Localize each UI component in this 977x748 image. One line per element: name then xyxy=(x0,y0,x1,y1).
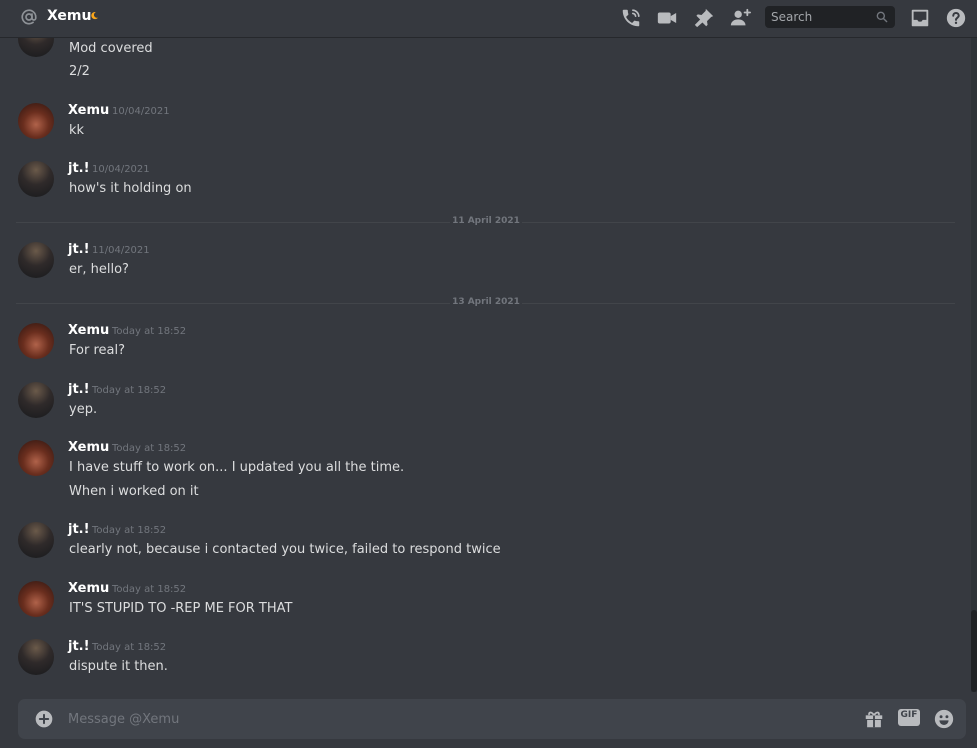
message-timestamp: 11/04/2021 xyxy=(92,245,150,256)
message-username[interactable]: jt.! xyxy=(68,161,90,176)
message-timestamp: 10/04/2021 xyxy=(112,106,170,117)
message-text: kk xyxy=(69,123,85,138)
moon-status-icon xyxy=(91,11,98,20)
dm-recipient-name[interactable]: Xemu xyxy=(47,8,91,24)
channel-header: Xemu xyxy=(0,0,977,38)
gif-icon[interactable]: GIF xyxy=(898,709,920,726)
message-text: dispute it then. xyxy=(69,659,168,674)
message-username[interactable]: jt.! xyxy=(68,382,90,397)
message-timestamp: Today at 18:52 xyxy=(92,385,167,396)
avatar[interactable] xyxy=(18,522,54,558)
message-username[interactable]: Xemu xyxy=(68,103,109,118)
message-text: how's it holding on xyxy=(69,181,192,196)
help-icon[interactable] xyxy=(945,7,967,29)
message-username[interactable]: jt.! xyxy=(68,522,90,537)
avatar[interactable] xyxy=(18,323,54,359)
scrollbar-thumb[interactable] xyxy=(971,610,977,692)
message-username[interactable]: Xemu xyxy=(68,323,109,338)
message-username[interactable]: jt.! xyxy=(68,639,90,654)
message-timestamp: Today at 18:52 xyxy=(92,525,167,536)
search-box[interactable] xyxy=(765,6,895,28)
search-icon[interactable] xyxy=(875,10,889,24)
voice-call-icon[interactable] xyxy=(620,7,642,29)
avatar[interactable] xyxy=(18,382,54,418)
avatar[interactable] xyxy=(18,440,54,476)
scrollbar-track[interactable] xyxy=(971,38,977,692)
avatar[interactable] xyxy=(18,639,54,675)
message-text: clearly not, because i contacted you twi… xyxy=(69,542,501,557)
message-composer: GIF xyxy=(18,699,966,739)
message-timestamp: Today at 18:52 xyxy=(112,326,187,337)
message-text: I have stuff to work on... I updated you… xyxy=(69,460,405,475)
avatar[interactable] xyxy=(18,161,54,197)
message-list: Mod covered 2/2 Xemu 10/04/2021 kk jt.! … xyxy=(0,38,970,692)
message-timestamp: Today at 18:52 xyxy=(112,584,187,595)
message-username[interactable]: Xemu xyxy=(68,581,109,596)
avatar[interactable] xyxy=(18,103,54,139)
message-text: er, hello? xyxy=(69,262,129,277)
message-text: Mod covered xyxy=(69,41,153,56)
search-input[interactable] xyxy=(765,6,870,28)
message-text: For real? xyxy=(69,343,125,358)
inbox-icon[interactable] xyxy=(909,7,931,29)
gif-label: GIF xyxy=(900,710,918,720)
pinned-messages-icon[interactable] xyxy=(693,7,715,29)
message-username[interactable]: Xemu xyxy=(68,440,109,455)
message-timestamp: Today at 18:52 xyxy=(92,642,167,653)
emoji-icon[interactable] xyxy=(933,708,955,730)
message-timestamp: Today at 18:52 xyxy=(112,443,187,454)
avatar[interactable] xyxy=(18,38,54,57)
add-friend-icon[interactable] xyxy=(729,7,751,29)
gift-icon[interactable] xyxy=(863,708,885,730)
at-icon xyxy=(21,9,37,25)
attach-plus-icon[interactable] xyxy=(34,709,54,729)
avatar[interactable] xyxy=(18,581,54,617)
video-call-icon[interactable] xyxy=(656,7,678,29)
date-divider-label: 13 April 2021 xyxy=(450,297,522,307)
message-text: IT'S STUPID TO -REP ME FOR THAT xyxy=(69,601,293,616)
message-text: yep. xyxy=(69,402,98,417)
message-input[interactable] xyxy=(68,699,828,739)
message-text: 2/2 xyxy=(69,64,90,79)
message-text: When i worked on it xyxy=(69,484,199,499)
avatar[interactable] xyxy=(18,242,54,278)
message-timestamp: 10/04/2021 xyxy=(92,164,150,175)
message-username[interactable]: jt.! xyxy=(68,242,90,257)
date-divider-label: 11 April 2021 xyxy=(450,216,522,226)
